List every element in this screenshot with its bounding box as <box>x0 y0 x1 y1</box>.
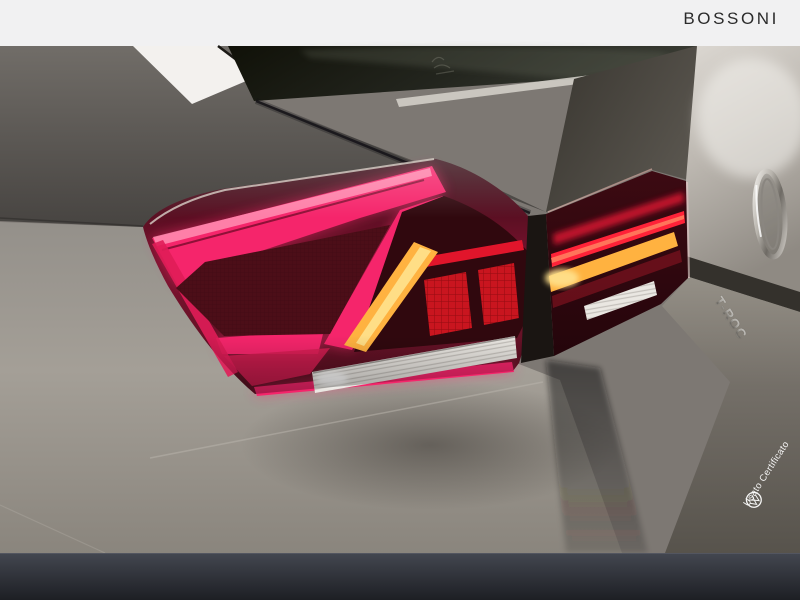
floor-band-shading <box>0 553 800 600</box>
dealer-car-photo: BOSSONI T-ROC Usato Certificato <box>0 0 800 600</box>
car-photo-illustration <box>0 0 800 600</box>
tailgate-indicator-hotspot <box>545 269 579 287</box>
dealer-logo: BOSSONI <box>683 10 779 29</box>
